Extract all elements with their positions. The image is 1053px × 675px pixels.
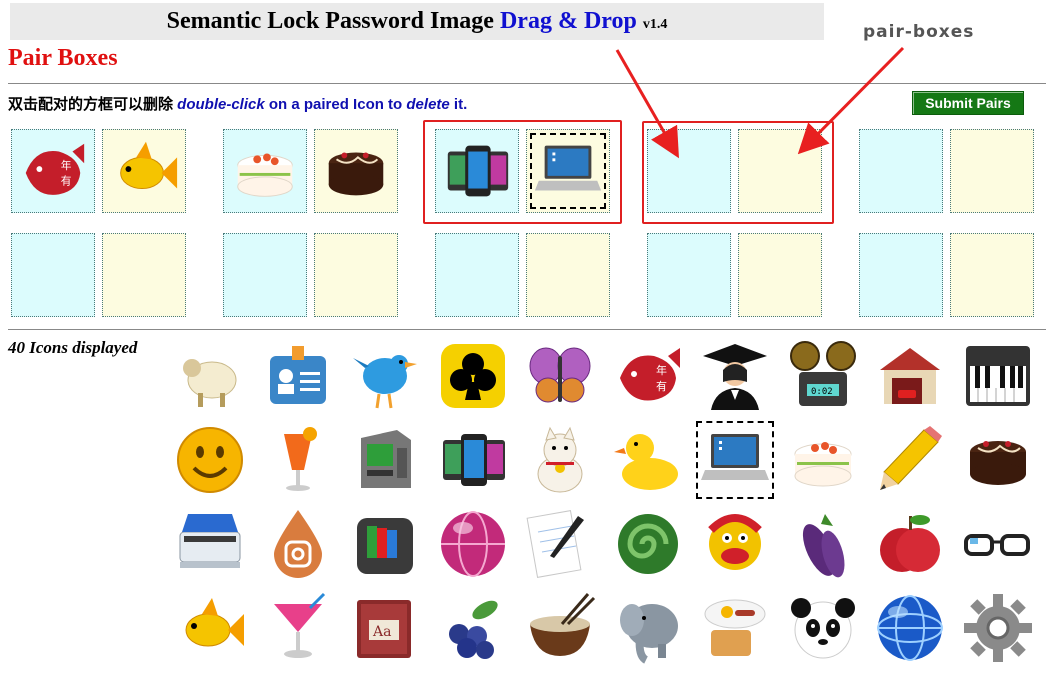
globe-ball-icon[interactable] xyxy=(435,506,511,582)
pair-box xyxy=(11,233,188,320)
divider-top xyxy=(8,83,1046,84)
club-suit-icon[interactable] xyxy=(435,338,511,414)
pair-box xyxy=(223,233,400,320)
lion-dance-icon[interactable] xyxy=(697,506,773,582)
pair-box xyxy=(647,233,824,320)
instructions-text: 双击配对的方框可以删除 double-click on a paired Ico… xyxy=(8,93,467,114)
pair-slot-right[interactable] xyxy=(102,129,186,213)
pair-slot-left[interactable] xyxy=(223,233,307,317)
garage-icon[interactable] xyxy=(872,338,948,414)
jade-spiral-icon[interactable] xyxy=(610,506,686,582)
elephant-icon[interactable] xyxy=(610,590,686,666)
cake-icon[interactable] xyxy=(785,422,861,498)
pair-slot-right[interactable] xyxy=(314,233,398,317)
noodle-bowl-icon[interactable] xyxy=(522,590,598,666)
panda-icon[interactable] xyxy=(785,590,861,666)
pair-box xyxy=(435,233,612,320)
pair-slot-right[interactable] xyxy=(738,233,822,317)
svg-text:年: 年 xyxy=(656,363,667,377)
app-title-accent: Drag & Drop xyxy=(499,8,637,34)
pair-slot-right[interactable] xyxy=(102,233,186,317)
rubber-duck-icon[interactable] xyxy=(610,422,686,498)
instructions-double-click: double-click xyxy=(177,96,265,113)
instructions-delete: delete xyxy=(406,96,450,113)
pair-box xyxy=(859,129,1036,216)
piano-icon[interactable] xyxy=(960,338,1036,414)
atm-icon[interactable] xyxy=(347,422,423,498)
pair-highlight-empty xyxy=(642,121,834,224)
pair-slot-left[interactable] xyxy=(223,129,307,213)
lucky-cat-icon[interactable] xyxy=(522,422,598,498)
pair-box xyxy=(223,129,400,216)
pair-slot-left[interactable] xyxy=(859,129,943,213)
fish-stamp-icon[interactable]: 年有 xyxy=(610,338,686,414)
app-title: Semantic Lock Password Image xyxy=(166,8,500,34)
goldfish-icon[interactable] xyxy=(107,134,181,208)
cocktail-icon[interactable] xyxy=(260,422,336,498)
pair-box xyxy=(859,233,1036,320)
sheep-icon[interactable] xyxy=(172,338,248,414)
cake-icon[interactable] xyxy=(228,134,302,208)
dictionary-icon[interactable]: Aa xyxy=(347,590,423,666)
pencil-icon[interactable] xyxy=(872,422,948,498)
eggplant-icon[interactable] xyxy=(785,506,861,582)
fish-stamp-icon[interactable]: 年有 xyxy=(16,134,90,208)
breakfast-icon[interactable] xyxy=(697,590,773,666)
pair-box: 年有 xyxy=(11,129,188,216)
apple-icon[interactable] xyxy=(872,506,948,582)
instructions-part4: it. xyxy=(449,96,468,113)
graduate-icon[interactable] xyxy=(697,338,773,414)
pair-slot-left[interactable]: 年有 xyxy=(11,129,95,213)
laptop-icon[interactable] xyxy=(696,421,774,499)
instructions-part2: on a paired Icon to xyxy=(264,96,407,113)
id-badge-icon[interactable] xyxy=(260,338,336,414)
smartphones-icon[interactable] xyxy=(435,422,511,498)
network-globe-icon[interactable] xyxy=(872,590,948,666)
pair-slot-right[interactable] xyxy=(314,129,398,213)
version-label: v1.4 xyxy=(642,17,668,32)
twitter-bird-icon[interactable] xyxy=(347,338,423,414)
pair-slot-right[interactable] xyxy=(526,233,610,317)
svg-text:Aa: Aa xyxy=(372,624,391,640)
pair-highlight-filled xyxy=(423,120,622,224)
martini-icon[interactable] xyxy=(260,590,336,666)
gear-icon[interactable] xyxy=(960,590,1036,666)
app-title-bar: Semantic Lock Password Image Drag & Drop… xyxy=(10,3,824,40)
chocolate-cake-icon[interactable] xyxy=(960,422,1036,498)
pair-slot-left[interactable] xyxy=(859,233,943,317)
svg-text:0:02: 0:02 xyxy=(811,387,833,397)
pair-slot-left[interactable] xyxy=(435,233,519,317)
pair-slot-right[interactable] xyxy=(950,129,1034,213)
section-title: Pair Boxes xyxy=(8,45,118,71)
notepad-pen-icon[interactable] xyxy=(522,506,598,582)
pair-boxes-callout: pair-boxes xyxy=(863,22,975,42)
film-projector-icon[interactable]: 0:02 xyxy=(785,338,861,414)
scanner-icon[interactable] xyxy=(172,506,248,582)
smiley-icon[interactable] xyxy=(172,422,248,498)
blueberries-icon[interactable] xyxy=(435,590,511,666)
svg-text:有: 有 xyxy=(656,379,667,393)
pair-slot-left[interactable] xyxy=(647,233,731,317)
pair-slot-left[interactable] xyxy=(11,233,95,317)
icons-count-label: 40 Icons displayed xyxy=(8,338,138,357)
divider-bottom xyxy=(8,329,1046,330)
instructions-zh: 双击配对的方框可以删除 xyxy=(8,96,178,113)
svg-text:有: 有 xyxy=(61,175,72,188)
goldfish-icon[interactable] xyxy=(172,590,248,666)
glasses-icon[interactable] xyxy=(960,506,1036,582)
pair-slot-right[interactable] xyxy=(950,233,1034,317)
wallet-icon[interactable] xyxy=(347,506,423,582)
instagram-drop-icon[interactable] xyxy=(260,506,336,582)
svg-text:年: 年 xyxy=(61,159,72,172)
butterfly-icon[interactable] xyxy=(522,338,598,414)
submit-pairs-button[interactable]: Submit Pairs xyxy=(912,91,1024,115)
chocolate-cake-icon[interactable] xyxy=(319,134,393,208)
